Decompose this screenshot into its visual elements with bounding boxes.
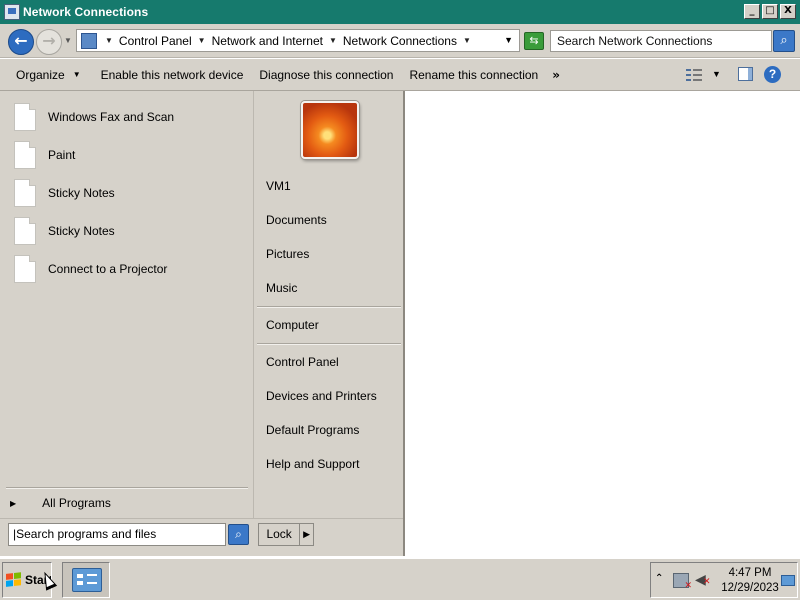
search-input[interactable]: Search Network Connections bbox=[550, 30, 772, 52]
clock-time: 4:47 PM bbox=[728, 567, 772, 579]
network-connections-icon bbox=[4, 4, 20, 20]
system-tray: ⌃ ◀✕ 4:47 PM 12/29/2023 bbox=[650, 562, 798, 598]
document-icon bbox=[14, 103, 36, 131]
clock-date: 12/29/2023 bbox=[721, 582, 779, 594]
show-desktop-button[interactable] bbox=[781, 575, 795, 586]
breadcrumb-network-connections[interactable]: Network Connections bbox=[343, 34, 457, 48]
program-label: Windows Fax and Scan bbox=[48, 110, 175, 124]
chevron-down-icon[interactable]: ▼ bbox=[463, 36, 471, 45]
chevron-down-icon[interactable]: ▼ bbox=[198, 36, 206, 45]
recent-pages-dropdown[interactable]: ▼ bbox=[64, 36, 72, 45]
program-label: Connect to a Projector bbox=[48, 262, 168, 276]
breadcrumb-control-panel[interactable]: Control Panel bbox=[119, 34, 192, 48]
start-programs-pane: Windows Fax and Scan Paint Sticky Notes … bbox=[0, 91, 254, 519]
arrow-left-icon: ← bbox=[14, 31, 28, 50]
organize-label: Organize bbox=[16, 67, 65, 82]
title-bar[interactable]: Network Connections _ □ X bbox=[0, 0, 800, 24]
divider bbox=[257, 306, 401, 308]
user-avatar[interactable] bbox=[301, 101, 359, 159]
views-dropdown[interactable]: ▼ bbox=[712, 69, 721, 79]
program-item-sticky-notes[interactable]: Sticky Notes bbox=[14, 215, 244, 247]
refresh-button[interactable]: ⇆ bbox=[524, 32, 544, 50]
chevron-down-icon: ▼ bbox=[72, 70, 81, 79]
chevron-down-icon[interactable]: ▼ bbox=[329, 36, 337, 45]
start-search-placeholder: Search programs and files bbox=[16, 527, 157, 541]
program-item-connect-to-a-projector[interactable]: Connect to a Projector bbox=[14, 253, 244, 285]
refresh-icon: ⇆ bbox=[529, 34, 539, 47]
window-controls: _ □ X bbox=[744, 4, 796, 19]
views-icon[interactable] bbox=[686, 68, 702, 82]
network-connections-icon bbox=[72, 568, 102, 592]
start-item-computer[interactable]: Computer bbox=[266, 318, 319, 332]
search-icon: ⌕ bbox=[235, 527, 242, 541]
start-item-help-and-support[interactable]: Help and Support bbox=[266, 457, 359, 471]
document-icon bbox=[14, 217, 36, 245]
clock[interactable]: 4:47 PM 12/29/2023 bbox=[719, 566, 781, 596]
volume-muted-icon[interactable]: ◀ ✕ bbox=[695, 572, 711, 588]
search-button[interactable]: ⌕ bbox=[773, 30, 795, 52]
start-item-default-programs[interactable]: Default Programs bbox=[266, 423, 359, 437]
taskbar-network-connections[interactable] bbox=[62, 562, 110, 598]
help-icon[interactable]: ? bbox=[764, 66, 781, 83]
program-label: Sticky Notes bbox=[48, 224, 115, 238]
divider bbox=[0, 518, 403, 519]
program-label: Sticky Notes bbox=[48, 186, 115, 200]
network-icon[interactable] bbox=[673, 573, 692, 591]
address-bar: ← → ▼ ▼ Control Panel ▼ Network and Inte… bbox=[0, 24, 800, 58]
document-icon bbox=[14, 179, 36, 207]
window-title: Network Connections bbox=[23, 5, 149, 19]
start-search-input[interactable]: |Search programs and files bbox=[8, 523, 226, 546]
forward-button[interactable]: → bbox=[36, 29, 62, 55]
address-field[interactable]: ▼ Control Panel ▼ Network and Internet ▼… bbox=[76, 29, 520, 52]
program-item-sticky-notes[interactable]: Sticky Notes bbox=[14, 177, 244, 209]
divider bbox=[6, 487, 248, 489]
maximize-button[interactable]: □ bbox=[762, 4, 778, 19]
enable-device-button[interactable]: Enable this network device bbox=[101, 68, 244, 82]
close-button[interactable]: X bbox=[780, 4, 796, 19]
program-item-paint[interactable]: Paint bbox=[14, 139, 244, 171]
start-places-pane: VM1 Documents Pictures Music Computer Co… bbox=[255, 91, 403, 519]
chevron-right-icon: ▶ bbox=[10, 498, 17, 508]
preview-pane-icon[interactable] bbox=[738, 67, 753, 81]
start-item-music[interactable]: Music bbox=[266, 281, 297, 295]
start-item-documents[interactable]: Documents bbox=[266, 213, 327, 227]
start-menu: Windows Fax and Scan Paint Sticky Notes … bbox=[0, 91, 405, 556]
organize-menu[interactable]: Organize ▼ bbox=[16, 68, 81, 82]
start-item-user[interactable]: VM1 bbox=[266, 179, 291, 193]
back-button[interactable]: ← bbox=[8, 29, 34, 55]
program-label: Paint bbox=[48, 148, 76, 162]
all-programs-button[interactable]: ▶ All Programs bbox=[10, 493, 111, 513]
command-bar: Organize ▼ Enable this network device Di… bbox=[0, 59, 800, 91]
program-item-windows-fax-and-scan[interactable]: Windows Fax and Scan bbox=[14, 101, 244, 133]
divider bbox=[257, 343, 401, 345]
start-item-control-panel[interactable]: Control Panel bbox=[266, 355, 339, 369]
more-commands-button[interactable]: » bbox=[552, 68, 560, 82]
rename-button[interactable]: Rename this connection bbox=[409, 68, 538, 82]
start-item-pictures[interactable]: Pictures bbox=[266, 247, 309, 261]
chevron-down-icon[interactable]: ▼ bbox=[105, 36, 113, 45]
start-search-button[interactable]: ⌕ bbox=[228, 524, 249, 545]
start-item-devices-and-printers[interactable]: Devices and Printers bbox=[266, 389, 377, 403]
lock-button-group: Lock ▶ bbox=[258, 523, 314, 546]
document-icon bbox=[14, 141, 36, 169]
diagnose-button[interactable]: Diagnose this connection bbox=[259, 68, 393, 82]
minimize-button[interactable]: _ bbox=[744, 4, 760, 19]
document-icon bbox=[14, 255, 36, 283]
windows-logo-icon bbox=[6, 572, 22, 588]
address-history-dropdown[interactable]: ▼ bbox=[504, 35, 513, 45]
shutdown-options-arrow[interactable]: ▶ bbox=[300, 529, 313, 540]
show-hidden-icons-button[interactable]: ⌃ bbox=[655, 573, 663, 584]
lock-button[interactable]: Lock bbox=[259, 524, 301, 545]
arrow-right-icon: → bbox=[42, 31, 56, 50]
control-panel-icon bbox=[81, 32, 97, 49]
taskbar: Start ⌃ ◀✕ 4:47 PM 12/29/2023 bbox=[0, 557, 800, 600]
all-programs-label: All Programs bbox=[42, 496, 111, 510]
search-icon: ⌕ bbox=[780, 33, 788, 48]
breadcrumb-network-and-internet[interactable]: Network and Internet bbox=[212, 34, 323, 48]
